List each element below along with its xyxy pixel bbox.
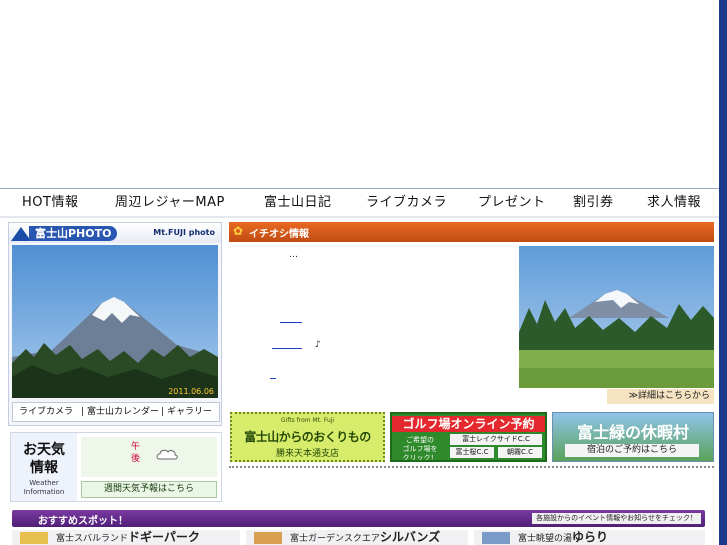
fuji-photo-image[interactable]: 2011.06.06 <box>12 245 218 398</box>
weekly-forecast-button[interactable]: 週間天気予報はこちら <box>81 481 217 498</box>
gift-banner-en: Gifts from Mt. Fuji <box>280 417 335 424</box>
golf-course-lakeside[interactable]: 富士レイクサイドC.C <box>450 434 542 445</box>
golf-note-2: ゴルフ場を <box>402 445 438 453</box>
pickup-title: イチオシ情報 <box>249 229 309 240</box>
spot-prefix: 富士スバルランド <box>56 534 129 544</box>
golf-course-asagiri[interactable]: 朝霧C.C <box>498 447 542 458</box>
spot-name: ゆらり <box>572 530 609 544</box>
link-fuji-calendar[interactable]: 富士山カレンダー <box>87 403 159 421</box>
spot-prefix: 富士眺望の湯 <box>518 534 573 544</box>
spot-thumb <box>482 532 510 544</box>
golf-banner[interactable]: ゴルフ場オンライン予約 ご希望の ゴルフ場を クリック！ 富士レイクサイドC.C… <box>390 412 547 462</box>
pickup-note: ♪ <box>315 340 321 350</box>
golf-banner-title: ゴルフ場オンライン予約 <box>392 416 545 432</box>
weather-period: 午 後 <box>131 441 140 465</box>
spot-prefix: 富士ガーデンスクエア <box>290 534 380 544</box>
pickup-link-3[interactable] <box>270 378 276 379</box>
weather-period-2: 後 <box>131 454 141 464</box>
pickup-detail-link[interactable]: ≫詳細はこちらから <box>607 389 714 404</box>
spot-thumb <box>20 532 48 544</box>
village-banner[interactable]: 富士緑の休暇村 宿泊のご予約はこちら <box>552 412 714 462</box>
photo-links: ライブカメラ | 富士山カレンダー | ギャラリー <box>12 402 220 422</box>
golf-course-sakura[interactable]: 富士桜C.C <box>450 447 494 458</box>
cloud-icon <box>156 449 178 460</box>
village-banner-title: 富士緑の休暇村 <box>576 423 689 442</box>
osusume-header: おすすめスポット！ 各施設からのイベント情報やお知らせをチェック！ <box>12 510 705 527</box>
mountain-icon <box>11 227 31 241</box>
spot-item-yurari[interactable]: 富士眺望の湯ゆらり <box>474 530 705 545</box>
photo-date: 2011.06.06 <box>168 387 214 396</box>
golf-note-1: ご希望の <box>406 436 434 444</box>
pickup-panel: ✿ イチオシ情報 … ♪ ≫詳細はこちらから <box>229 222 714 404</box>
golf-note-3: クリック！ <box>402 454 438 462</box>
weather-period-1: 午 <box>131 442 141 452</box>
fuji-photo-subtitle: Mt.FUJI photo <box>153 228 215 237</box>
spot-name: シルバンズ <box>379 530 441 544</box>
link-sep-2: | <box>161 407 165 417</box>
spot-item-doggy-park[interactable]: 富士スバルランドドギーパーク <box>12 530 240 545</box>
weather-panel: お天気 情報 Weather Information 午 後 週間天気予報はこち… <box>10 432 222 502</box>
nav-divider <box>0 216 719 218</box>
village-banner-sub: 宿泊のご予約はこちら <box>565 444 699 457</box>
link-gallery[interactable]: ギャラリー <box>167 403 212 421</box>
spot-thumb <box>254 532 282 544</box>
weather-title-en-2: Information <box>23 488 65 496</box>
nav-item-present[interactable]: プレゼント <box>478 189 546 217</box>
osusume-note: 各施設からのイベント情報やお知らせをチェック！ <box>532 513 701 524</box>
weather-title-en-1: Weather <box>29 479 59 487</box>
pickup-link-1[interactable] <box>280 322 302 323</box>
nav-item-hot[interactable]: HOT情報 <box>22 189 78 217</box>
page-side-bar <box>719 0 727 545</box>
pickup-header: ✿ イチオシ情報 <box>229 222 714 242</box>
weather-title-block: お天気 情報 Weather Information <box>11 433 77 501</box>
spot-name: ドギーパーク <box>128 530 200 544</box>
fuji-photo-title: 富士山PHOTO <box>29 226 118 241</box>
nav-item-fuji-diary[interactable]: 富士山日記 <box>264 189 332 217</box>
gift-banner-title: 富士山からのおくりもの <box>244 430 371 444</box>
pickup-image[interactable] <box>519 246 714 388</box>
main-nav: HOT情報 周辺レジャーMAP 富士山日記 ライブカメラ プレゼント 割引券 求… <box>0 188 719 218</box>
fuji-photo-header: 富士山PHOTO Mt.FUJI photo <box>9 223 221 243</box>
fuji-photo-panel: 富士山PHOTO Mt.FUJI photo 2011.06.06 ライブカメラ… <box>8 222 222 426</box>
link-sep-1: | <box>81 407 85 417</box>
spot-item-sylvans[interactable]: 富士ガーデンスクエアシルバンズ <box>246 530 468 545</box>
nav-item-live-camera[interactable]: ライブカメラ <box>366 189 447 217</box>
weather-title-1: お天気 <box>23 442 65 458</box>
link-live-camera[interactable]: ライブカメラ <box>19 403 73 421</box>
nav-item-leisure-map[interactable]: 周辺レジャーMAP <box>115 189 225 217</box>
nav-item-jobs[interactable]: 求人情報 <box>647 189 701 217</box>
golf-banner-note: ご希望の ゴルフ場を クリック！ <box>395 436 445 462</box>
weather-forecast: 午 後 <box>81 437 217 477</box>
pickup-link-2[interactable] <box>272 348 302 349</box>
spot-list: 富士スバルランドドギーパーク 富士ガーデンスクエアシルバンズ 富士眺望の湯ゆらり <box>12 530 705 545</box>
pickup-ellipsis: … <box>289 250 298 260</box>
osusume-title: おすすめスポット！ <box>38 516 128 527</box>
flower-icon: ✿ <box>233 224 244 238</box>
banner-row: Gifts from Mt. Fuji 富士山からのおくりもの 勝来天本通支店 … <box>229 410 714 468</box>
weather-title-2: 情報 <box>30 460 58 476</box>
gift-banner-sub: 勝来天本通支店 <box>275 449 339 459</box>
nav-item-coupon[interactable]: 割引券 <box>573 189 614 217</box>
gift-banner[interactable]: Gifts from Mt. Fuji 富士山からのおくりもの 勝来天本通支店 <box>230 412 385 462</box>
